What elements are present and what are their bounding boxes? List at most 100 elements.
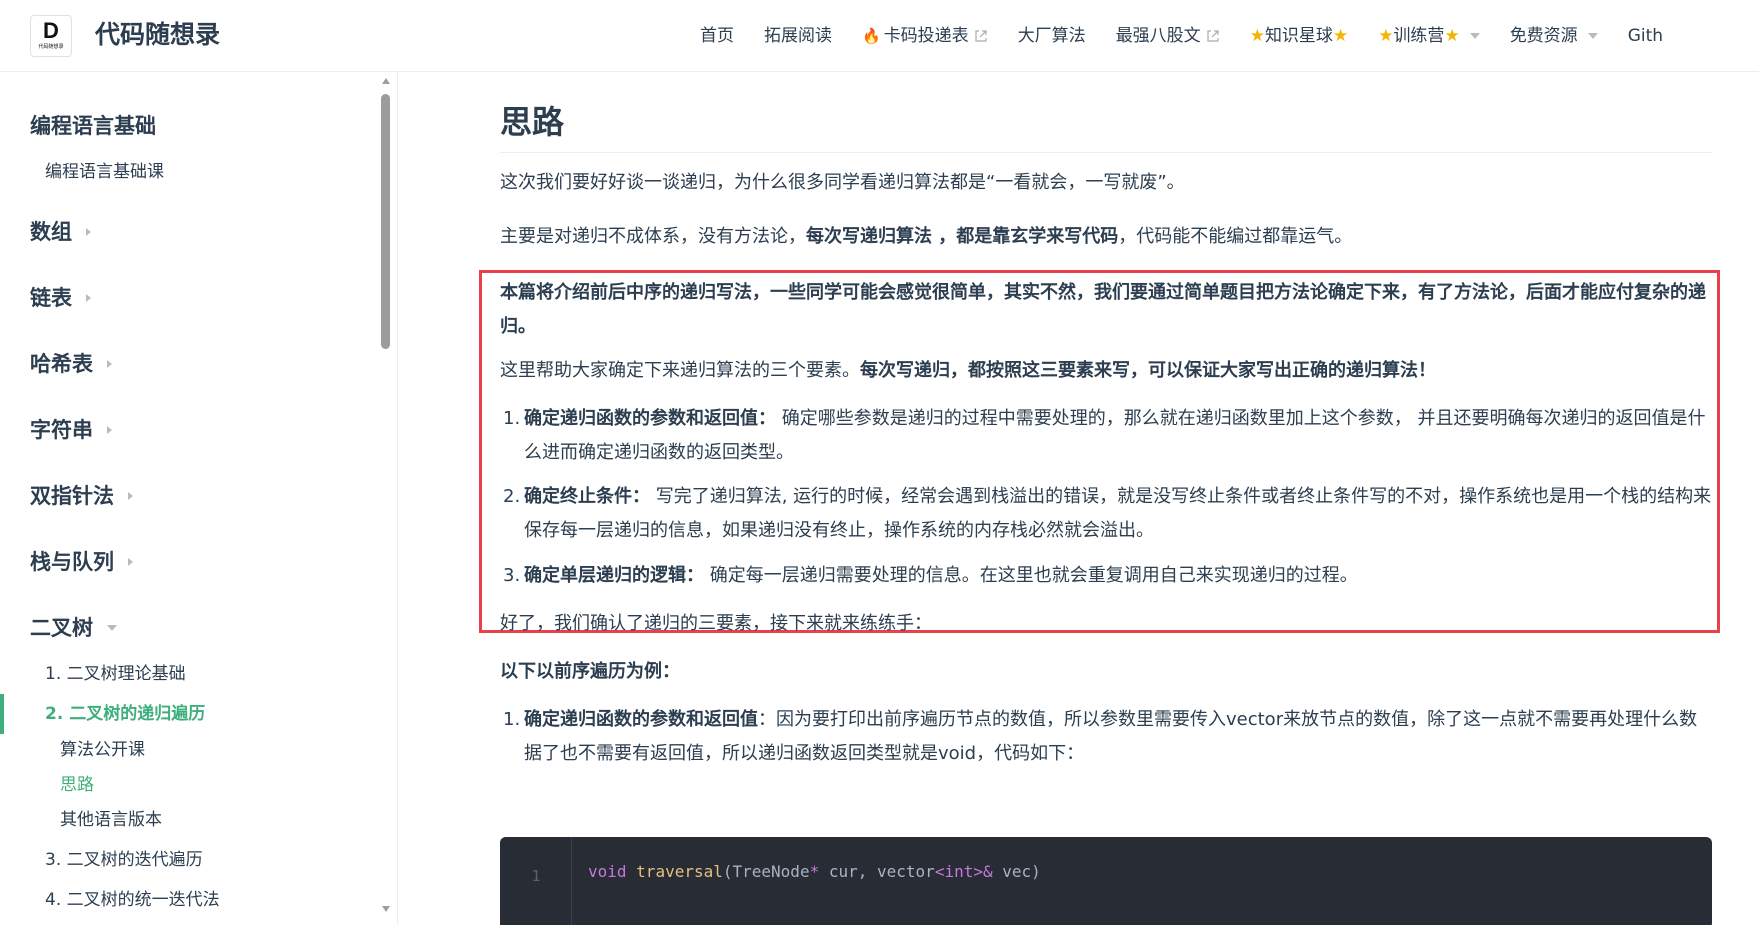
sidebar-group-lang-basics[interactable]: 编程语言基础	[30, 112, 156, 140]
practice-paragraph: 好了，我们确认了递归的三要素，接下来就来练练手：	[500, 613, 932, 634]
code-token: <	[934, 862, 945, 881]
method-paragraph: 主要是对递归不成体系，没有方法论，每次写递归算法 ，都是靠玄学来写代码，代码能不…	[500, 220, 1712, 254]
chevron-right-icon	[86, 294, 91, 302]
list-number: 1.	[503, 709, 521, 730]
scroll-up-icon[interactable]	[382, 78, 390, 84]
three-elements-text-b: 每次写递归，都按照这三要素来写，可以保证大家写出正确的递归算法！	[860, 360, 1436, 381]
nav-big-tech-algo[interactable]: 大厂算法	[1018, 22, 1086, 50]
code-token: traversal	[636, 862, 723, 881]
section-title: 思路	[500, 100, 1712, 153]
active-indicator	[0, 694, 4, 734]
sidebar-item-lang-course[interactable]: 编程语言基础课	[45, 160, 164, 184]
code-token: >&	[973, 862, 993, 881]
intro-paragraph: 这次我们要好好谈一谈递归，为什么很多同学看递归算法都是“一看就会，一写就废”。	[500, 172, 1185, 193]
nav-training-camp-label: 训练营	[1393, 26, 1445, 46]
overview-paragraph: 本篇将介绍前后中序的递归写法，一些同学可能会感觉很简单，其实不然，我们要通过简单…	[500, 276, 1712, 344]
sidebar-group-label: 栈与队列	[30, 550, 114, 574]
code-token: int	[944, 862, 974, 881]
code-token: *	[809, 862, 820, 881]
list-body: 确定每一层递归需要处理的信息。在这里也就会重复调用自己来实现递归的过程。	[704, 565, 1358, 586]
code-gutter: 1	[500, 837, 572, 925]
code-token: void	[588, 862, 627, 881]
sidebar-group-label: 字符串	[30, 418, 93, 442]
sidebar-item-recursive-traversal[interactable]: 2. 二叉树的递归遍历	[45, 702, 205, 726]
sidebar-item-unified-iteration[interactable]: 4. 二叉树的统一迭代法	[45, 888, 220, 912]
chevron-right-icon	[107, 426, 112, 434]
sidebar-group-label: 编程语言基础	[30, 114, 156, 138]
sidebar-group-stack-queue[interactable]: 栈与队列	[30, 548, 133, 576]
code-block: 1 void traversal(TreeNode* cur, vector<i…	[500, 837, 1712, 925]
list-item: 1. 确定递归函数的参数和返回值：因为要打印出前序遍历节点的数值，所以参数里需要…	[500, 703, 1712, 771]
chevron-right-icon	[128, 492, 133, 500]
preorder-heading-text: 以下以前序遍历为例：	[500, 661, 680, 682]
chevron-right-icon	[107, 360, 112, 368]
sidebar-group-label: 数组	[30, 220, 72, 244]
sidebar-group-label: 哈希表	[30, 352, 93, 376]
sidebar-item-tree-theory[interactable]: 1. 二叉树理论基础	[45, 662, 186, 686]
list-item: 2. 确定终止条件： 写完了递归算法, 运行的时候，经常会遇到栈溢出的错误，就是…	[500, 480, 1712, 548]
nav-extended-reading[interactable]: 拓展阅读	[764, 22, 832, 50]
preorder-heading: 以下以前序遍历为例：	[500, 655, 1712, 689]
list-heading: 确定终止条件：	[524, 486, 650, 507]
sidebar-group-two-pointers[interactable]: 双指针法	[30, 482, 133, 510]
scroll-down-icon[interactable]	[382, 906, 390, 912]
sidebar-item-iterative-traversal[interactable]: 3. 二叉树的迭代遍历	[45, 848, 203, 872]
nav-eight-legged[interactable]: 最强八股文	[1116, 22, 1220, 50]
nav-knowledge-planet-label: 知识星球	[1264, 26, 1333, 46]
list-heading: 确定递归函数的参数和返回值	[524, 709, 758, 730]
line-number: 1	[531, 867, 541, 885]
nav-github[interactable]: Gith	[1628, 22, 1663, 50]
code-line: void traversal(TreeNode* cur, vector<int…	[588, 861, 1041, 883]
logo-caption: 代码随想录	[38, 44, 64, 50]
code-token: vec)	[992, 862, 1041, 881]
sidebar-group-hash-table[interactable]: 哈希表	[30, 350, 112, 378]
list-body: 写完了递归算法, 运行的时候，经常会遇到栈溢出的错误，就是没写终止条件或者终止条…	[524, 486, 1712, 541]
method-text-b: 每次写递归算法 ，都是靠玄学来写代码	[806, 226, 1119, 247]
chevron-down-icon	[1587, 33, 1598, 39]
nav-training-camp[interactable]: ★ 训练营 ★	[1378, 22, 1480, 50]
sidebar-subitem-other-langs[interactable]: 其他语言版本	[60, 808, 162, 832]
logo-letter: D	[43, 18, 59, 43]
main-content: 思路 这次我们要好好谈一谈递归，为什么很多同学看递归算法都是“一看就会，一写就废…	[399, 72, 1759, 925]
sidebar-group-array[interactable]: 数组	[30, 218, 91, 246]
nav-home[interactable]: 首页	[700, 22, 734, 50]
top-navbar: D 代码随想录 代码随想录 首页 拓展阅读 🔥 卡码投递表 大厂算法 最强八股文…	[0, 0, 1759, 72]
site-logo[interactable]: D 代码随想录	[30, 15, 72, 57]
sidebar-subitem-thoughts[interactable]: 思路	[60, 773, 94, 797]
scrollbar-thumb[interactable]	[381, 94, 390, 349]
fire-icon: 🔥	[862, 27, 881, 45]
list-number: 1.	[503, 408, 521, 429]
nav-big-tech-algo-label: 大厂算法	[1017, 26, 1086, 46]
star-icon: ★	[1378, 26, 1394, 46]
list-item: 1. 确定递归函数的参数和返回值： 确定哪些参数是递归的过程中需要处理的，那么就…	[500, 402, 1712, 470]
external-link-icon	[975, 30, 987, 42]
sidebar-scrollbar[interactable]	[379, 72, 393, 925]
nav-free-resources-label: 免费资源	[1509, 26, 1578, 46]
sidebar-group-label: 双指针法	[30, 484, 114, 508]
nav-github-label: Gith	[1627, 26, 1664, 46]
code-token: (TreeNode	[722, 862, 810, 881]
star-icon: ★	[1444, 26, 1460, 46]
sidebar-group-binary-tree[interactable]: 二叉树	[30, 614, 117, 642]
chevron-down-icon	[1469, 33, 1480, 39]
list-item: 3. 确定单层递归的逻辑： 确定每一层递归需要处理的信息。在这里也就会重复调用自…	[500, 559, 1712, 593]
list-heading: 确定单层递归的逻辑：	[524, 565, 704, 586]
nav-home-label: 首页	[700, 26, 734, 46]
chevron-right-icon	[86, 228, 91, 236]
sidebar-group-string[interactable]: 字符串	[30, 416, 112, 444]
nav-kama-delivery[interactable]: 🔥 卡码投递表	[862, 22, 988, 50]
chevron-right-icon	[128, 558, 133, 566]
three-elements-text-a: 这里帮助大家确定下来递归算法的三个要素。	[500, 360, 860, 381]
nav-extended-reading-label: 拓展阅读	[764, 26, 832, 46]
sidebar-subitem-open-course[interactable]: 算法公开课	[60, 738, 145, 762]
chevron-down-icon	[107, 625, 117, 631]
nav-eight-legged-label: 最强八股文	[1115, 26, 1201, 46]
nav-knowledge-planet[interactable]: ★ 知识星球 ★	[1250, 22, 1349, 50]
site-name[interactable]: 代码随想录	[95, 18, 220, 52]
sidebar-group-linked-list[interactable]: 链表	[30, 284, 91, 312]
nav-free-resources[interactable]: 免费资源	[1510, 22, 1598, 50]
list-number: 3.	[503, 565, 521, 586]
overview-text: 本篇将介绍前后中序的递归写法，一些同学可能会感觉很简单，其实不然，我们要通过简单…	[500, 282, 1706, 337]
external-link-icon	[1207, 30, 1219, 42]
